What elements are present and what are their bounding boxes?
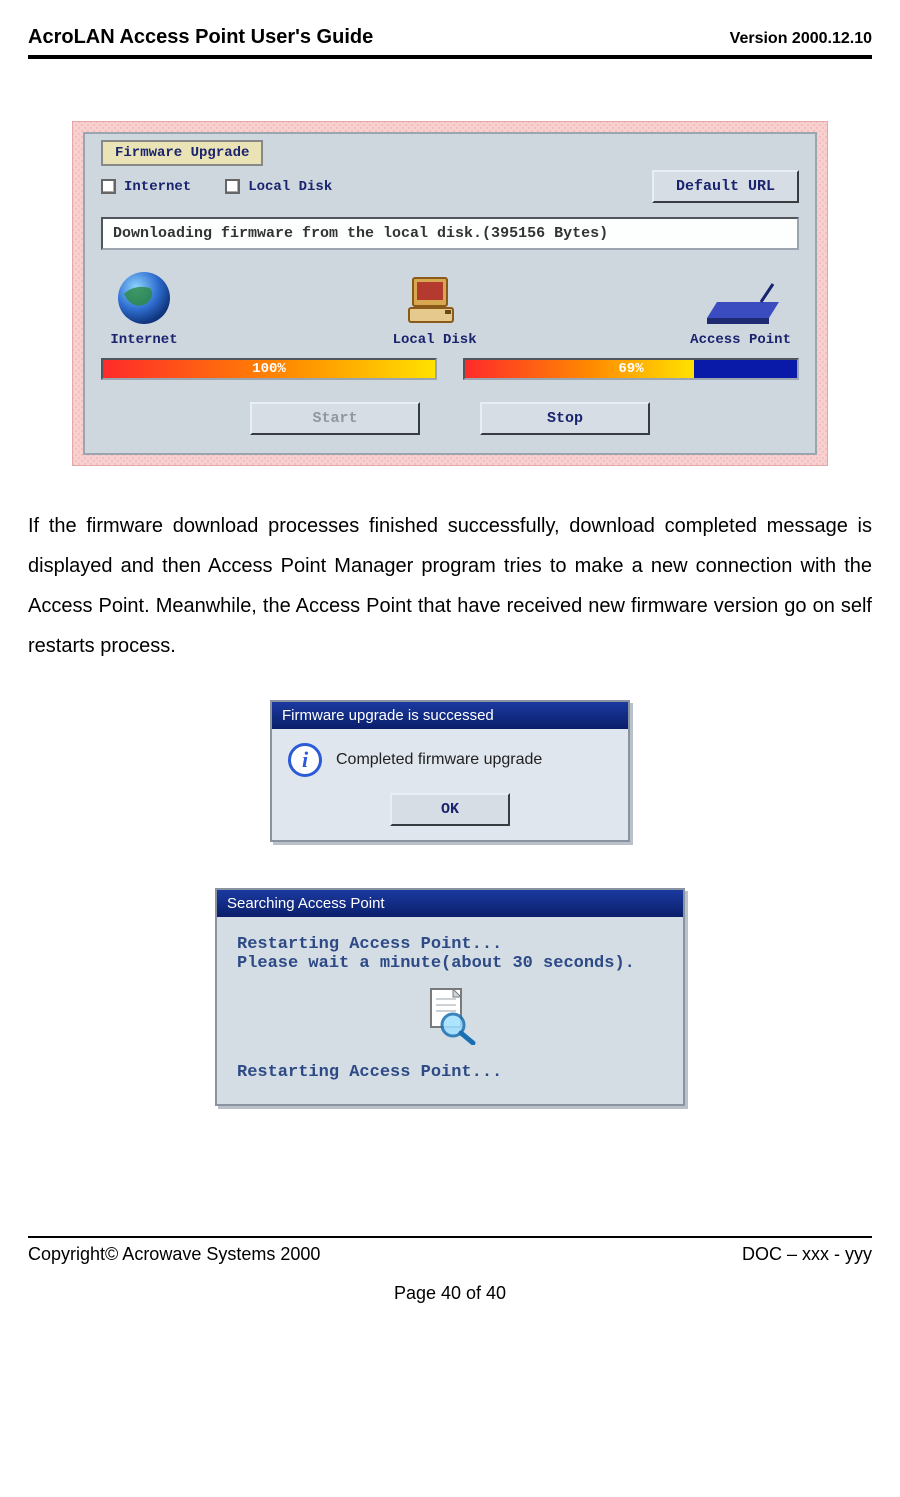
progress-bar-upload: 69% xyxy=(463,358,799,380)
default-url-button[interactable]: Default URL xyxy=(652,170,799,203)
body-paragraph: If the firmware download processes finis… xyxy=(28,506,872,666)
globe-icon xyxy=(109,270,179,326)
start-button[interactable]: Start xyxy=(250,402,420,435)
success-dialog-message: Completed firmware upgrade xyxy=(336,751,542,769)
localdisk-icon-label: Local Disk xyxy=(393,332,477,348)
firmware-group-label: Firmware Upgrade xyxy=(101,140,263,166)
firmware-screenshot: Firmware Upgrade Internet Local Disk Def… xyxy=(72,121,828,466)
checkbox-icon xyxy=(101,179,116,194)
progress-pct-2: 69% xyxy=(465,360,797,378)
info-icon: i xyxy=(288,743,322,777)
searching-line1: Restarting Access Point... xyxy=(237,935,663,954)
searching-line3: Restarting Access Point... xyxy=(237,1063,663,1082)
success-dialog: Firmware upgrade is successed i Complete… xyxy=(270,700,630,842)
doc-version: Version 2000.12.10 xyxy=(730,30,872,48)
firmware-panel: Firmware Upgrade Internet Local Disk Def… xyxy=(83,132,817,455)
footer-rule xyxy=(28,1236,872,1238)
searching-dialog-title: Searching Access Point xyxy=(217,890,683,917)
footer-copyright: Copyright© Acrowave Systems 2000 xyxy=(28,1244,320,1265)
doc-title: AcroLAN Access Point User's Guide xyxy=(28,26,373,49)
searching-line2: Please wait a minute(about 30 seconds). xyxy=(237,954,663,973)
header-rule xyxy=(28,55,872,59)
computer-icon xyxy=(407,274,463,326)
searching-dialog: Searching Access Point Restarting Access… xyxy=(215,888,685,1106)
ok-button[interactable]: OK xyxy=(390,793,510,826)
localdisk-checkbox-label: Local Disk xyxy=(248,179,332,195)
progress-bar-download: 100% xyxy=(101,358,437,380)
progress-pct-1: 100% xyxy=(103,360,435,378)
status-text-field: Downloading firmware from the local disk… xyxy=(101,217,799,250)
success-dialog-title: Firmware upgrade is successed xyxy=(272,702,628,729)
footer-doc: DOC – xxx - yyy xyxy=(742,1244,872,1265)
page-number: Page 40 of 40 xyxy=(28,1283,872,1304)
localdisk-checkbox[interactable]: Local Disk xyxy=(225,179,332,195)
access-point-icon xyxy=(699,280,783,326)
stop-button[interactable]: Stop xyxy=(480,402,650,435)
internet-checkbox-label: Internet xyxy=(124,179,191,195)
search-document-icon xyxy=(423,987,477,1045)
internet-checkbox[interactable]: Internet xyxy=(101,179,191,195)
checkbox-icon xyxy=(225,179,240,194)
internet-icon-label: Internet xyxy=(110,332,177,348)
ap-icon-label: Access Point xyxy=(690,332,791,348)
